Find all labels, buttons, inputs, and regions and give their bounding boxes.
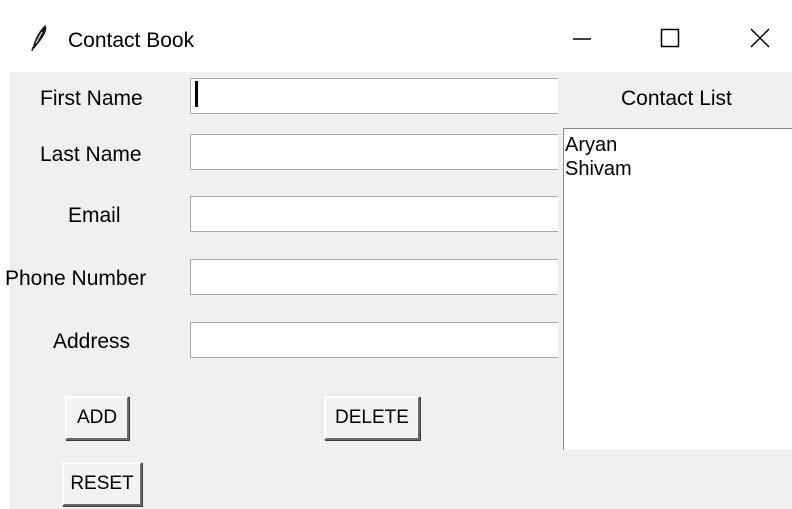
address-field[interactable] <box>190 322 558 358</box>
first-name-label: First Name <box>40 87 143 110</box>
window-client-area: First Name Last Name Email Phone Number … <box>5 72 792 509</box>
last-name-label: Last Name <box>40 143 142 166</box>
contact-listbox[interactable]: Aryan Shivam <box>563 128 792 450</box>
text-cursor <box>195 81 198 107</box>
feather-icon <box>30 24 50 52</box>
window-title: Contact Book <box>68 29 195 52</box>
title-bar: Contact Book <box>0 0 792 72</box>
last-name-field[interactable] <box>190 134 558 170</box>
first-name-field[interactable] <box>190 78 558 114</box>
phone-number-field[interactable] <box>190 259 558 295</box>
phone-number-label: Phone Number <box>5 267 147 290</box>
close-button[interactable] <box>740 20 780 60</box>
close-icon <box>750 27 770 53</box>
maximize-button[interactable] <box>650 20 690 60</box>
reset-button[interactable]: RESET <box>62 462 142 506</box>
minimize-icon <box>572 28 592 53</box>
email-label: Email <box>68 204 121 227</box>
contact-list-heading: Contact List <box>621 87 732 110</box>
minimize-button[interactable] <box>562 20 602 60</box>
delete-button[interactable]: DELETE <box>324 396 420 440</box>
list-item[interactable]: Aryan <box>565 134 617 156</box>
list-item[interactable]: Shivam <box>565 158 632 180</box>
email-field[interactable] <box>190 196 558 232</box>
maximize-icon <box>660 28 680 53</box>
add-button[interactable]: ADD <box>65 396 129 440</box>
address-label: Address <box>53 330 131 353</box>
